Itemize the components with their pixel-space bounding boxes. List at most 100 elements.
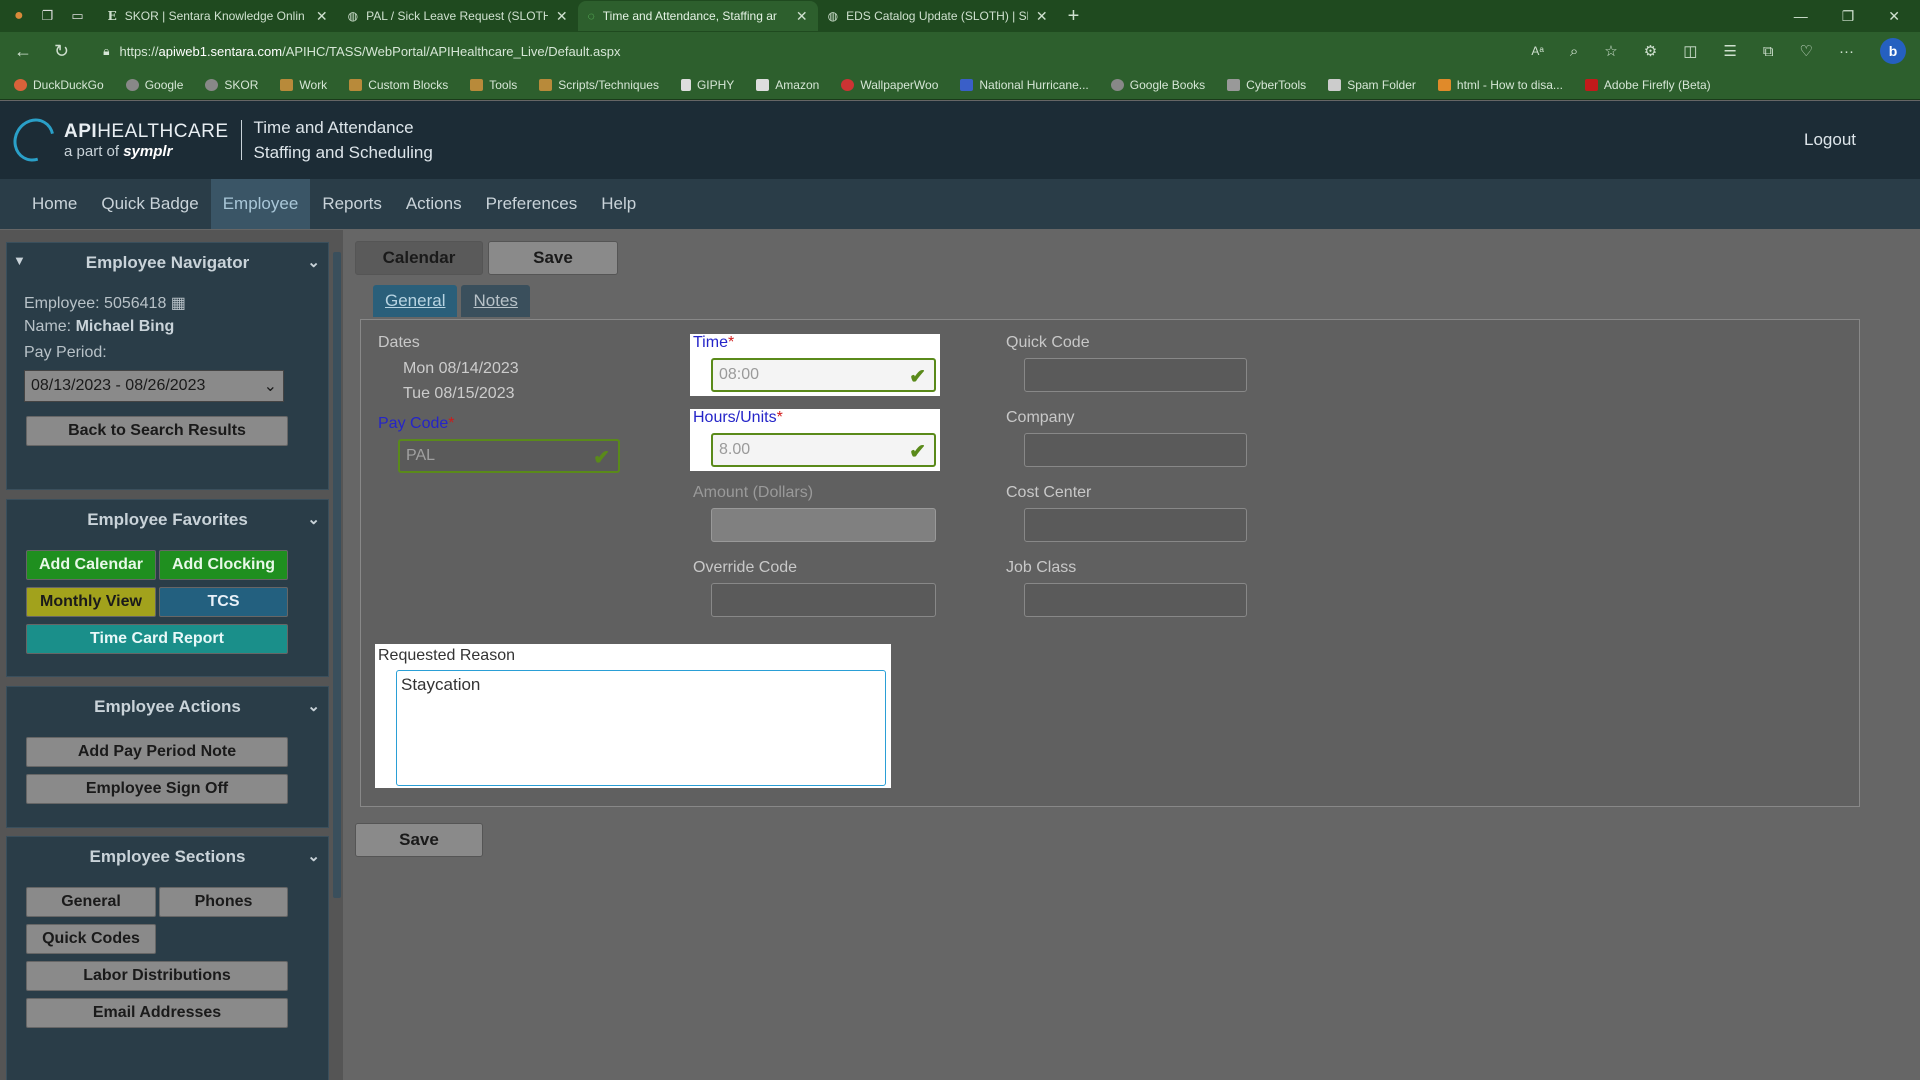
section-email-addresses-button[interactable]: Email Addresses — [26, 998, 288, 1028]
minimize-icon[interactable]: — — [1794, 8, 1808, 25]
time-input[interactable]: 08:00 ✔ — [711, 358, 936, 392]
employee-sign-off-button[interactable]: Employee Sign Off — [26, 774, 288, 804]
close-tab-icon[interactable]: ✕ — [796, 8, 808, 25]
cost-center-input[interactable] — [1024, 508, 1247, 542]
nav-help[interactable]: Help — [589, 179, 648, 229]
back-arrow-icon[interactable]: ← — [14, 41, 32, 62]
section-phones-button[interactable]: Phones — [159, 887, 288, 917]
bookmarks-bar: DuckDuckGo Google SKOR Work Custom Block… — [0, 70, 1920, 100]
logo-part-of: a part of — [64, 142, 120, 160]
browser-tab-skor[interactable]: E SKOR | Sentara Knowledge Onlin ✕ — [98, 1, 338, 31]
bookmark-skor[interactable]: SKOR — [205, 78, 258, 92]
tab-actions-icon[interactable]: ▭ — [71, 8, 83, 24]
browser-tab-title: EDS Catalog Update (SLOTH) | Sl — [846, 9, 1028, 23]
panel-header[interactable]: Employee Favorites ⌄ — [7, 500, 328, 540]
bookmark-wallpaperwoo[interactable]: WallpaperWoo — [841, 78, 938, 92]
add-clocking-button[interactable]: Add Clocking — [159, 550, 288, 580]
split-screen-icon[interactable]: ◫ — [1683, 42, 1697, 60]
nav-reports[interactable]: Reports — [310, 179, 394, 229]
logo-api: API — [64, 120, 98, 142]
bookmark-adobe-firefly[interactable]: Adobe Firefly (Beta) — [1584, 78, 1711, 92]
add-calendar-button[interactable]: Add Calendar — [26, 550, 156, 580]
hours-units-label: Hours/Units* — [693, 409, 783, 427]
quick-code-input[interactable] — [1024, 358, 1247, 392]
panel-header[interactable]: ▼ Employee Navigator ⌄ — [7, 243, 328, 283]
bookmark-national-hurricane[interactable]: National Hurricane... — [960, 78, 1089, 92]
extensions-icon[interactable]: ⚙ — [1644, 42, 1657, 60]
bookmark-cybertools[interactable]: CyberTools — [1227, 78, 1306, 92]
pay-period-label: Pay Period: — [24, 344, 107, 361]
close-tab-icon[interactable]: ✕ — [1036, 8, 1048, 25]
tab-general[interactable]: General — [373, 285, 458, 317]
calculator-icon[interactable]: ▦ — [171, 295, 186, 312]
panel-header[interactable]: Employee Sections ⌄ — [7, 837, 328, 877]
nav-preferences[interactable]: Preferences — [474, 179, 590, 229]
chevron-down-icon[interactable]: ⌄ — [307, 697, 320, 715]
browser-tab-pal-request[interactable]: ◍ PAL / Sick Leave Request (SLOTH ✕ — [338, 1, 578, 31]
monthly-view-button[interactable]: Monthly View — [26, 587, 156, 617]
collections-icon[interactable]: ⧉ — [1763, 43, 1774, 60]
bookmark-spam-folder[interactable]: Spam Folder — [1328, 78, 1416, 92]
favorites-icon[interactable]: ☰ — [1723, 42, 1736, 60]
requested-reason-textarea[interactable]: Staycation — [396, 670, 886, 786]
pay-code-input[interactable]: PAL ✔ — [398, 439, 620, 473]
favorite-star-icon[interactable]: ☆ — [1604, 42, 1617, 60]
bookmark-duckduckgo[interactable]: DuckDuckGo — [14, 78, 104, 92]
bookmark-amazon[interactable]: Amazon — [756, 78, 819, 92]
bookmark-html-how-to[interactable]: html - How to disa... — [1437, 78, 1563, 92]
panel-header[interactable]: Employee Actions ⌄ — [7, 687, 328, 727]
pay-period-select[interactable]: 08/13/2023 - 08/26/2023 ⌄ — [24, 370, 284, 402]
restore-icon[interactable]: ❐ — [1842, 8, 1855, 25]
tcs-button[interactable]: TCS — [159, 587, 288, 617]
logout-link[interactable]: Logout — [1804, 130, 1856, 150]
url-path: /APIHC/TASS/WebPortal/APIHealthcare_Live… — [282, 43, 621, 59]
bookmark-folder-work[interactable]: Work — [280, 78, 327, 92]
url-field[interactable]: 🔒︎ https://apiweb1.sentara.com/APIHC/TAS… — [103, 44, 620, 59]
bing-copilot-icon[interactable]: b — [1880, 38, 1906, 64]
section-quick-codes-button[interactable]: Quick Codes — [26, 924, 156, 954]
section-labor-distributions-button[interactable]: Labor Distributions — [26, 961, 288, 991]
back-to-search-button[interactable]: Back to Search Results — [26, 416, 288, 446]
bookmark-folder-scripts[interactable]: Scripts/Techniques — [539, 78, 659, 92]
browser-tab-eds-catalog[interactable]: ◍ EDS Catalog Update (SLOTH) | Sl ✕ — [818, 1, 1058, 31]
workspaces-icon[interactable]: ❐ — [42, 8, 54, 24]
nav-quick-badge[interactable]: Quick Badge — [89, 179, 210, 229]
section-general-button[interactable]: General — [26, 887, 156, 917]
collapse-triangle-icon[interactable]: ▼ — [13, 253, 26, 268]
more-menu-icon[interactable]: ··· — [1839, 43, 1854, 60]
refresh-icon[interactable]: ↻ — [54, 41, 69, 62]
zoom-icon[interactable]: ⌕ — [1570, 43, 1578, 60]
nav-employee[interactable]: Employee — [210, 179, 311, 229]
chevron-down-icon[interactable]: ⌄ — [307, 847, 320, 865]
save-button-bottom[interactable]: Save — [355, 823, 483, 857]
bookmark-giphy[interactable]: GIPHY — [680, 78, 734, 92]
sidebar-scrollbar-thumb[interactable] — [333, 252, 341, 898]
nav-home[interactable]: Home — [20, 179, 89, 229]
close-tab-icon[interactable]: ✕ — [316, 8, 328, 25]
add-pay-period-note-button[interactable]: Add Pay Period Note — [26, 737, 288, 767]
calendar-button[interactable]: Calendar — [355, 241, 483, 275]
read-aloud-icon[interactable]: Aᵃ — [1531, 44, 1543, 58]
save-button-top[interactable]: Save — [488, 241, 618, 275]
chevron-down-icon[interactable]: ⌄ — [307, 253, 320, 271]
new-tab-icon[interactable]: + — [1058, 5, 1090, 28]
chevron-down-icon[interactable]: ⌄ — [307, 510, 320, 528]
override-code-input[interactable] — [711, 583, 936, 617]
job-class-input[interactable] — [1024, 583, 1247, 617]
browser-tab-time-attendance[interactable]: ◌ Time and Attendance, Staffing ar ✕ — [577, 1, 818, 31]
bookmark-folder-tools[interactable]: Tools — [470, 78, 517, 92]
hours-units-input[interactable]: 8.00 ✔ — [711, 433, 936, 467]
company-input[interactable] — [1024, 433, 1247, 467]
main-nav: Home Quick Badge Employee Reports Action… — [0, 179, 1920, 229]
browser-profile-icon[interactable]: ● — [14, 7, 24, 25]
tab-notes[interactable]: Notes — [461, 285, 530, 317]
time-card-report-button[interactable]: Time Card Report — [26, 624, 288, 654]
performance-icon[interactable]: ♡ — [1800, 42, 1813, 60]
company-label: Company — [1006, 409, 1075, 426]
bookmark-folder-custom-blocks[interactable]: Custom Blocks — [349, 78, 448, 92]
bookmark-google-books[interactable]: Google Books — [1110, 78, 1205, 92]
bookmark-google[interactable]: Google — [125, 78, 183, 92]
close-tab-icon[interactable]: ✕ — [556, 8, 568, 25]
close-window-icon[interactable]: ✕ — [1888, 8, 1900, 25]
nav-actions[interactable]: Actions — [394, 179, 474, 229]
